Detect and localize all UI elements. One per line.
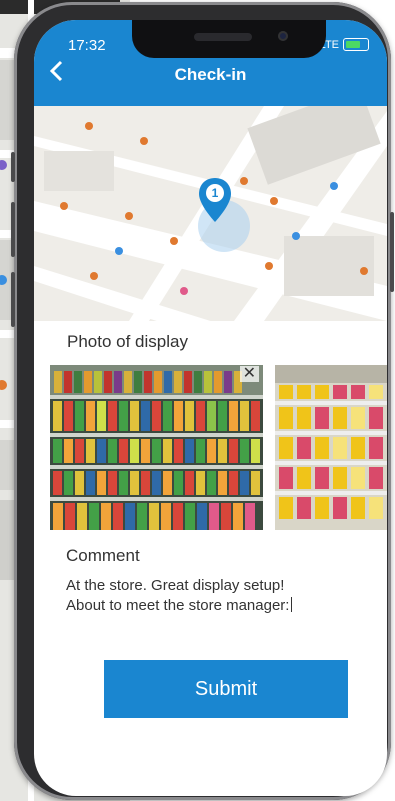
comment-line-1: At the store. Great display setup!	[66, 577, 285, 594]
photo-section-label: Photo of display	[67, 332, 188, 351]
close-icon: ✕	[242, 365, 256, 382]
display-photo-1[interactable]: ✕	[50, 365, 263, 530]
page-title: Check-in	[174, 65, 247, 84]
location-pin-icon[interactable]	[198, 177, 232, 223]
phone-screen: 17:32 LTE Check-in 1 Photo of display ✕ …	[34, 20, 387, 796]
store-map[interactable]: 1	[34, 106, 387, 321]
display-photo-2[interactable]	[275, 365, 387, 530]
front-camera	[278, 31, 288, 41]
comment-label: Comment	[66, 546, 140, 565]
submit-button[interactable]: Submit	[104, 660, 348, 718]
battery-icon	[343, 38, 369, 51]
status-time: 17:32	[68, 37, 106, 54]
comment-line-2-wrap: About to meet the store manager:	[66, 596, 366, 616]
speaker-grille	[194, 33, 252, 41]
comment-input[interactable]: At the store. Great display setup! About…	[66, 576, 366, 616]
pin-number: 1	[211, 186, 219, 200]
text-cursor	[291, 597, 293, 612]
phone-frame: 17:32 LTE Check-in 1 Photo of display ✕ …	[11, 2, 394, 800]
comment-line-2: About to meet the store manager:	[66, 597, 290, 614]
notch	[132, 20, 326, 58]
remove-photo-button[interactable]: ✕	[239, 365, 259, 382]
